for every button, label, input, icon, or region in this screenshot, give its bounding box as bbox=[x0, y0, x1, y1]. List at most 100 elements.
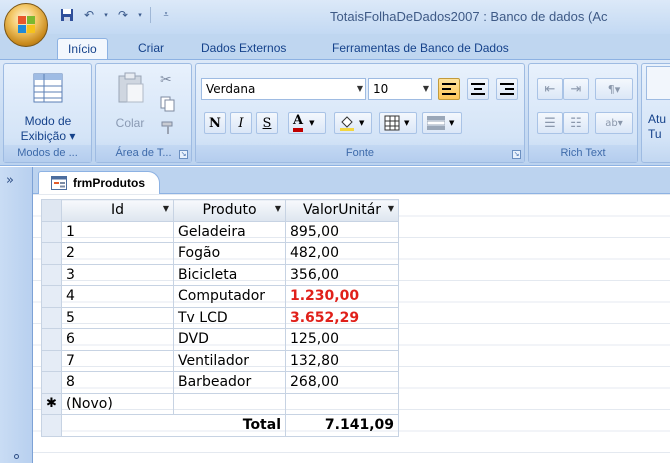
save-icon[interactable] bbox=[58, 6, 76, 24]
cell-id[interactable]: 7 bbox=[61, 349, 174, 372]
record-selector[interactable] bbox=[41, 220, 62, 243]
table-row[interactable]: 3 Bicicleta 356,00 bbox=[41, 263, 399, 286]
tab-dados-externos[interactable]: Dados Externos bbox=[191, 38, 296, 60]
office-button[interactable] bbox=[4, 3, 48, 47]
header-row: Id ▼ Produto ▼ ValorUnitár ▼ bbox=[41, 199, 399, 222]
decrease-indent-icon[interactable]: ⇤ bbox=[537, 78, 563, 100]
paragraph-direction-icon[interactable]: ¶▾ bbox=[595, 78, 633, 100]
tab-criar[interactable]: Criar bbox=[128, 38, 174, 60]
font-group-label: Fonte bbox=[196, 145, 524, 162]
new-record-label[interactable]: (Novo) bbox=[61, 392, 174, 415]
gridlines-button[interactable]: ▼ bbox=[379, 112, 417, 134]
chevron-down-icon[interactable]: ▼ bbox=[388, 204, 394, 213]
record-selector[interactable] bbox=[41, 371, 62, 394]
fill-color-icon bbox=[340, 116, 354, 131]
redo-icon[interactable]: ↷ bbox=[114, 6, 132, 24]
cut-icon[interactable]: ✂ bbox=[160, 72, 172, 88]
align-left-button[interactable] bbox=[438, 78, 460, 100]
paste-button[interactable]: Colar bbox=[104, 66, 156, 144]
cell-valor[interactable]: 1.230,00 bbox=[285, 285, 399, 308]
cell-produto[interactable]: Fogão bbox=[173, 242, 286, 265]
increase-indent-icon[interactable]: ⇥ bbox=[563, 78, 589, 100]
record-selector[interactable] bbox=[41, 306, 62, 329]
bold-button[interactable]: N bbox=[204, 112, 226, 134]
select-all-cell[interactable] bbox=[41, 199, 62, 222]
table-row[interactable]: 8 Barbeador 268,00 bbox=[41, 371, 399, 394]
cell-produto[interactable]: Ventilador bbox=[173, 349, 286, 372]
cell-id[interactable]: 5 bbox=[61, 306, 174, 329]
cell-id[interactable]: 8 bbox=[61, 371, 174, 394]
paste-icon bbox=[118, 72, 144, 103]
tab-inicio[interactable]: Início bbox=[57, 38, 108, 60]
align-center-button[interactable] bbox=[467, 78, 489, 100]
customize-qat-icon[interactable]: ⩡ bbox=[157, 6, 175, 24]
bullet-list-icon[interactable]: ☷ bbox=[563, 112, 589, 134]
font-size-select[interactable]: 10 ▼ bbox=[368, 78, 432, 100]
table-row[interactable]: 7 Ventilador 132,80 bbox=[41, 349, 399, 372]
view-mode-button[interactable]: Modo de Exibição ▾ bbox=[10, 66, 86, 144]
record-selector[interactable] bbox=[41, 263, 62, 286]
font-launcher-icon[interactable]: ↘ bbox=[512, 150, 521, 159]
italic-button[interactable]: I bbox=[230, 112, 252, 134]
record-selector[interactable] bbox=[41, 242, 62, 265]
record-selector[interactable] bbox=[41, 285, 62, 308]
redo-dropdown-icon[interactable]: ▾ bbox=[136, 6, 144, 24]
cell-produto[interactable] bbox=[173, 392, 286, 415]
undo-dropdown-icon[interactable]: ▾ bbox=[102, 6, 110, 24]
cell-produto[interactable]: Computador bbox=[173, 285, 286, 308]
alternate-fill-button[interactable]: ▼ bbox=[422, 112, 462, 134]
cell-valor[interactable] bbox=[285, 392, 399, 415]
total-value[interactable]: 7.141,09 bbox=[285, 414, 399, 437]
cell-id[interactable]: 3 bbox=[61, 263, 174, 286]
cell-produto[interactable]: Tv LCD bbox=[173, 306, 286, 329]
cell-produto[interactable]: Geladeira bbox=[173, 220, 286, 243]
table-row[interactable]: 6 DVD 125,00 bbox=[41, 328, 399, 351]
undo-icon[interactable]: ↶ bbox=[80, 6, 98, 24]
record-selector[interactable] bbox=[41, 349, 62, 372]
table-row[interactable]: 4 Computador 1.230,00 bbox=[41, 285, 399, 308]
cell-valor[interactable]: 125,00 bbox=[285, 328, 399, 351]
chevron-down-icon: ▼ bbox=[356, 84, 363, 93]
cell-valor[interactable]: 895,00 bbox=[285, 220, 399, 243]
table-row[interactable]: 2 Fogão 482,00 bbox=[41, 242, 399, 265]
underline-button[interactable]: S bbox=[256, 112, 278, 134]
column-header-produto[interactable]: Produto ▼ bbox=[173, 199, 286, 222]
font-color-button[interactable]: A ▼ bbox=[288, 112, 326, 134]
chevron-down-icon[interactable]: ▼ bbox=[275, 204, 281, 213]
refresh-all-icon[interactable] bbox=[646, 66, 670, 100]
font-name-select[interactable]: Verdana ▼ bbox=[201, 78, 366, 100]
copy-icon[interactable] bbox=[160, 96, 176, 115]
ribbon-tabs: Início Criar Dados Externos Ferramentas … bbox=[0, 34, 670, 60]
cell-valor[interactable]: 356,00 bbox=[285, 263, 399, 286]
new-record-row[interactable]: ✱ (Novo) bbox=[41, 392, 399, 415]
table-row[interactable]: 5 Tv LCD 3.652,29 bbox=[41, 306, 399, 329]
align-right-button[interactable] bbox=[496, 78, 518, 100]
views-group-label: Modos de ... bbox=[4, 145, 91, 162]
table-row[interactable]: 1 Geladeira 895,00 bbox=[41, 220, 399, 243]
tab-ferramentas[interactable]: Ferramentas de Banco de Dados bbox=[322, 38, 519, 60]
nav-pane-indicator-icon bbox=[14, 454, 19, 459]
cell-id[interactable]: 1 bbox=[61, 220, 174, 243]
cell-valor[interactable]: 482,00 bbox=[285, 242, 399, 265]
fill-color-button[interactable]: ▼ bbox=[334, 112, 372, 134]
cell-produto[interactable]: Bicicleta bbox=[173, 263, 286, 286]
group-clipboard: Colar ✂ Área de T... ↘ bbox=[95, 63, 192, 163]
column-header-valor[interactable]: ValorUnitár ▼ bbox=[285, 199, 399, 222]
cell-valor[interactable]: 132,80 bbox=[285, 349, 399, 372]
chevron-down-icon[interactable]: ▼ bbox=[163, 204, 169, 213]
numbered-list-icon[interactable]: ☰ bbox=[537, 112, 563, 134]
cell-valor[interactable]: 268,00 bbox=[285, 371, 399, 394]
cell-id[interactable]: 2 bbox=[61, 242, 174, 265]
format-painter-icon[interactable] bbox=[160, 120, 176, 139]
record-selector[interactable] bbox=[41, 328, 62, 351]
cell-produto[interactable]: DVD bbox=[173, 328, 286, 351]
expand-nav-pane-icon[interactable]: » bbox=[6, 173, 14, 188]
cell-id[interactable]: 4 bbox=[61, 285, 174, 308]
cell-produto[interactable]: Barbeador bbox=[173, 371, 286, 394]
cell-valor[interactable]: 3.652,29 bbox=[285, 306, 399, 329]
document-tab-frmprodutos[interactable]: frmProdutos bbox=[38, 171, 160, 195]
clipboard-launcher-icon[interactable]: ↘ bbox=[179, 150, 188, 159]
column-header-id[interactable]: Id ▼ bbox=[61, 199, 174, 222]
highlight-text-icon[interactable]: ab▾ bbox=[595, 112, 633, 134]
cell-id[interactable]: 6 bbox=[61, 328, 174, 351]
